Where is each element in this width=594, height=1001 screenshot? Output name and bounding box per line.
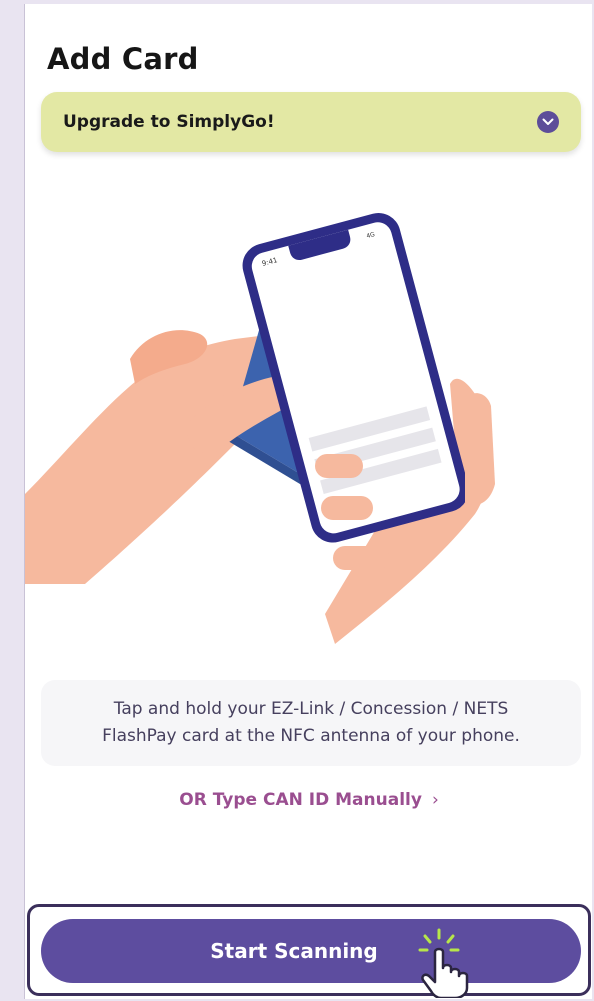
chevron-right-icon: ›	[431, 790, 439, 810]
finger	[321, 496, 373, 520]
app-screen: Add Card Upgrade to SimplyGo! 9:41 4G Ta…	[24, 4, 592, 999]
finger	[333, 546, 389, 570]
hand-pointer-icon	[418, 928, 469, 998]
instruction-line-1: Tap and hold your EZ-Link / Concession /…	[113, 699, 509, 719]
manual-entry-label: OR Type CAN ID Manually	[179, 790, 422, 810]
start-scanning-button[interactable]: Start Scanning	[41, 919, 581, 983]
upgrade-banner[interactable]: Upgrade to SimplyGo!	[41, 92, 581, 152]
manual-entry-link[interactable]: OR Type CAN ID Manually ›	[25, 790, 592, 810]
page-title: Add Card	[47, 42, 199, 76]
chevron-down-icon[interactable]	[537, 111, 559, 133]
instruction-line-2: FlashPay card at the NFC antenna of your…	[102, 726, 520, 746]
upgrade-banner-label: Upgrade to SimplyGo!	[63, 112, 275, 132]
scan-instruction: Tap and hold your EZ-Link / Concession /…	[41, 680, 581, 766]
nfc-tap-illustration: 9:41 4G	[25, 213, 495, 644]
start-scanning-label: Start Scanning	[210, 939, 378, 963]
finger	[315, 454, 363, 478]
